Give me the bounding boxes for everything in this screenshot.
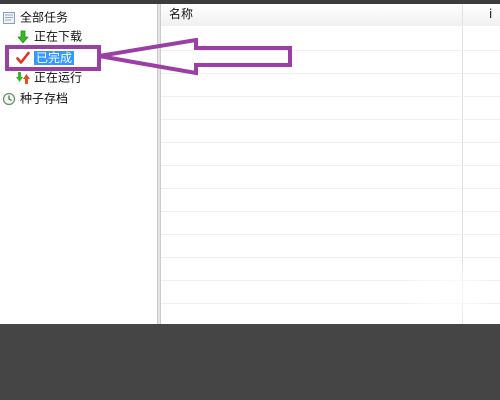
annotation-arrow [98, 38, 292, 76]
row-divider [161, 119, 500, 120]
row-divider [161, 257, 500, 258]
row-divider [161, 188, 500, 189]
download-arrow-icon [16, 30, 30, 44]
screen-glare [398, 259, 500, 328]
annotation-highlight-box [5, 45, 101, 71]
row-divider [161, 142, 500, 143]
row-divider [161, 96, 500, 97]
running-arrows-icon [16, 71, 30, 85]
row-divider [161, 211, 500, 212]
desktop-background [0, 324, 500, 400]
sidebar-item-label: 种子存档 [20, 91, 69, 106]
sidebar-item-all-tasks[interactable]: 全部任务 [2, 8, 68, 26]
column-header-next[interactable]: i [489, 4, 500, 25]
sidebar-item-label: 正在运行 [34, 70, 83, 85]
all-tasks-icon [2, 11, 16, 25]
sidebar-item-label: 正在下载 [34, 29, 83, 44]
sidebar-item-label: 全部任务 [20, 10, 69, 25]
sidebar-item-downloading[interactable]: 正在下载 [16, 27, 82, 45]
row-divider [161, 234, 500, 235]
seed-archive-icon [2, 92, 16, 106]
row-divider [161, 25, 500, 26]
column-header-name[interactable]: 名称 [169, 4, 193, 25]
list-header: 名称 i [161, 4, 500, 26]
row-divider [161, 165, 500, 166]
sidebar-item-seed-archive[interactable]: 种子存档 [2, 89, 68, 107]
